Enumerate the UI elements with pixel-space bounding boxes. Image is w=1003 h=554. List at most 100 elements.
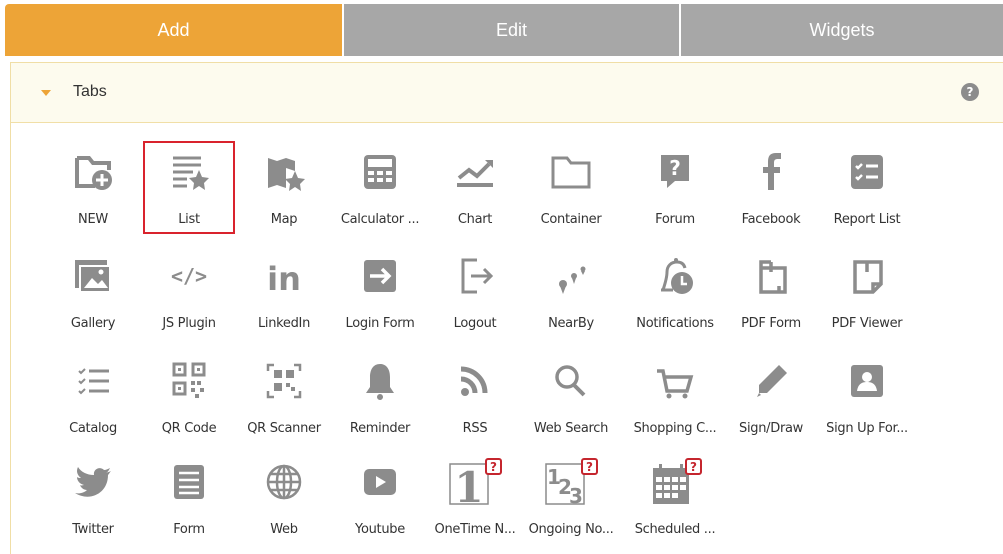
tab-add[interactable]: Add [5, 4, 342, 56]
widget-js-plugin[interactable]: </> JS Plugin [142, 252, 236, 348]
widget-new[interactable]: NEW [46, 148, 140, 244]
widget-label: PDF Form [741, 316, 801, 331]
widget-onetime-n[interactable]: 1? OneTime N... [428, 458, 522, 554]
tabs-section-header[interactable]: Tabs ? [11, 63, 1003, 123]
nearby-icon [524, 252, 618, 300]
qr-scanner-icon [237, 357, 331, 405]
cart-icon [628, 357, 722, 405]
widget-list[interactable]: List [142, 148, 236, 244]
widget-label: Shopping C... [633, 421, 717, 436]
widget-label: Web Search [533, 421, 609, 436]
tab-edit[interactable]: Edit [342, 4, 679, 56]
widget-sign-up-for[interactable]: Sign Up For... [820, 357, 914, 453]
list-star-icon [142, 148, 236, 196]
widget-label: Logout [453, 316, 497, 331]
svg-text:?: ? [669, 156, 681, 180]
svg-text:3: 3 [569, 484, 583, 506]
pdf-viewer-icon [820, 252, 914, 300]
widget-web[interactable]: Web [237, 458, 331, 554]
widget-facebook[interactable]: Facebook [724, 148, 818, 244]
caret-down-icon[interactable] [41, 90, 51, 96]
widget-youtube[interactable]: Youtube [333, 458, 427, 554]
widget-linkedin[interactable]: in LinkedIn [237, 252, 331, 348]
widget-label: Gallery [70, 316, 116, 331]
widget-chart[interactable]: Chart [428, 148, 522, 244]
widget-label: Calculator ... [340, 212, 420, 227]
widget-scheduled[interactable]: ? Scheduled ... [628, 458, 722, 554]
widget-ongoing-no[interactable]: 1 2 3? Ongoing No... [524, 458, 618, 554]
svg-text:in: in [267, 260, 301, 296]
widget-label: Login Form [345, 316, 415, 331]
widget-catalog[interactable]: Catalog [46, 357, 140, 453]
widget-pdf-viewer[interactable]: PDF Viewer [820, 252, 914, 348]
widget-twitter[interactable]: Twitter [46, 458, 140, 554]
report-list-icon [820, 148, 914, 196]
widget-calculator[interactable]: Calculator ... [333, 148, 427, 244]
search-icon [524, 357, 618, 405]
svg-text:1: 1 [454, 463, 483, 506]
widget-label: Forum [655, 212, 695, 227]
widget-label: QR Scanner [247, 421, 321, 436]
widget-label: JS Plugin [162, 316, 216, 331]
widget-form[interactable]: Form [142, 458, 236, 554]
folder-icon [524, 148, 618, 196]
svg-text:?: ? [586, 460, 593, 474]
widget-gallery[interactable]: Gallery [46, 252, 140, 348]
youtube-icon [333, 458, 427, 506]
widget-reminder[interactable]: Reminder [333, 357, 427, 453]
widget-pdf-form[interactable]: PDF Form [724, 252, 818, 348]
widget-login-form[interactable]: Login Form [333, 252, 427, 348]
globe-icon [237, 458, 331, 506]
user-card-icon [820, 357, 914, 405]
widget-label: PDF Viewer [831, 316, 903, 331]
top-tabs: Add Edit Widgets [5, 4, 1003, 56]
section-title: Tabs [73, 83, 107, 100]
widget-rss[interactable]: RSS [428, 357, 522, 453]
widget-label: Catalog [69, 421, 117, 436]
tab-widgets[interactable]: Widgets [679, 4, 1003, 56]
widget-report-list[interactable]: Report List [820, 148, 914, 244]
widget-label: Web [270, 522, 298, 537]
widget-label: Form [173, 522, 205, 537]
widget-qr-scanner[interactable]: QR Scanner [237, 357, 331, 453]
widget-label: OneTime N... [434, 522, 516, 537]
widget-label: Reminder [349, 421, 411, 436]
widget-sign-draw[interactable]: Sign/Draw [724, 357, 818, 453]
widget-label: QR Code [161, 421, 217, 436]
widget-web-search[interactable]: Web Search [524, 357, 618, 453]
login-icon [333, 252, 427, 300]
widget-label: Facebook [741, 212, 801, 227]
widget-qr-code[interactable]: QR Code [142, 357, 236, 453]
qr-code-icon [142, 357, 236, 405]
widget-shopping-c[interactable]: Shopping C... [628, 357, 722, 453]
widget-nearby[interactable]: NearBy [524, 252, 618, 348]
linkedin-icon: in [237, 252, 331, 300]
catalog-icon [46, 357, 140, 405]
question-box-icon: ? [628, 148, 722, 196]
widget-notifications[interactable]: Notifications [628, 252, 722, 348]
code-icon: </> [142, 252, 236, 300]
widget-label: Map [270, 212, 298, 227]
widget-label: Notifications [636, 316, 714, 331]
twitter-icon [46, 458, 140, 506]
widget-forum[interactable]: ? Forum [628, 148, 722, 244]
widget-label: RSS [462, 421, 488, 436]
widget-label: Youtube [355, 522, 405, 537]
widget-container[interactable]: Container [524, 148, 618, 244]
pdf-form-icon [724, 252, 818, 300]
widget-map[interactable]: Map [237, 148, 331, 244]
pencil-icon [724, 357, 818, 405]
question-circle-icon[interactable]: ? [961, 83, 979, 101]
widget-logout[interactable]: Logout [428, 252, 522, 348]
widget-label: List [178, 212, 200, 227]
svg-text:</>: </> [171, 264, 207, 288]
svg-text:?: ? [690, 460, 697, 474]
widget-label: Report List [833, 212, 901, 227]
widget-label: Sign Up For... [826, 421, 908, 436]
rss-icon [428, 357, 522, 405]
widget-label: LinkedIn [257, 316, 311, 331]
bell-icon [333, 357, 427, 405]
calculator-icon [333, 148, 427, 196]
widget-label: NearBy [548, 316, 594, 331]
logout-icon [428, 252, 522, 300]
